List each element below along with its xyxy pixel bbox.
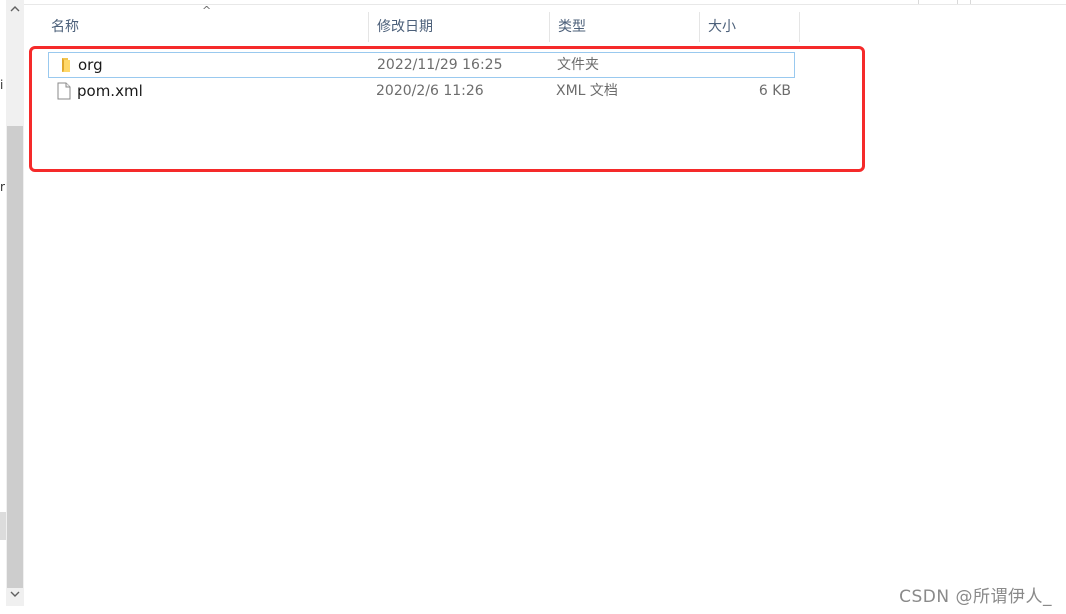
watermark: CSDN @所谓伊人_ xyxy=(899,587,1052,607)
scrollbar-thumb[interactable] xyxy=(7,126,23,588)
toolbar-edge xyxy=(24,0,1066,5)
column-header-type[interactable]: 类型 xyxy=(550,12,700,42)
column-header-modified[interactable]: 修改日期 xyxy=(369,12,550,42)
scroll-up-arrow-icon[interactable] xyxy=(6,2,24,19)
toolbar-button-edge xyxy=(918,0,958,4)
column-header-size[interactable]: 大小 xyxy=(700,12,800,42)
nav-text-fragment: i xyxy=(0,78,4,92)
column-header: ^ 名称 修改日期 类型 大小 xyxy=(24,4,800,42)
red-highlight-box xyxy=(29,46,865,172)
nav-text-fragment: r xyxy=(0,180,5,194)
vertical-scrollbar[interactable] xyxy=(6,0,24,606)
column-header-name[interactable]: 名称 xyxy=(43,12,369,42)
scroll-down-arrow-icon[interactable] xyxy=(6,587,24,604)
search-box-edge xyxy=(970,0,1066,4)
